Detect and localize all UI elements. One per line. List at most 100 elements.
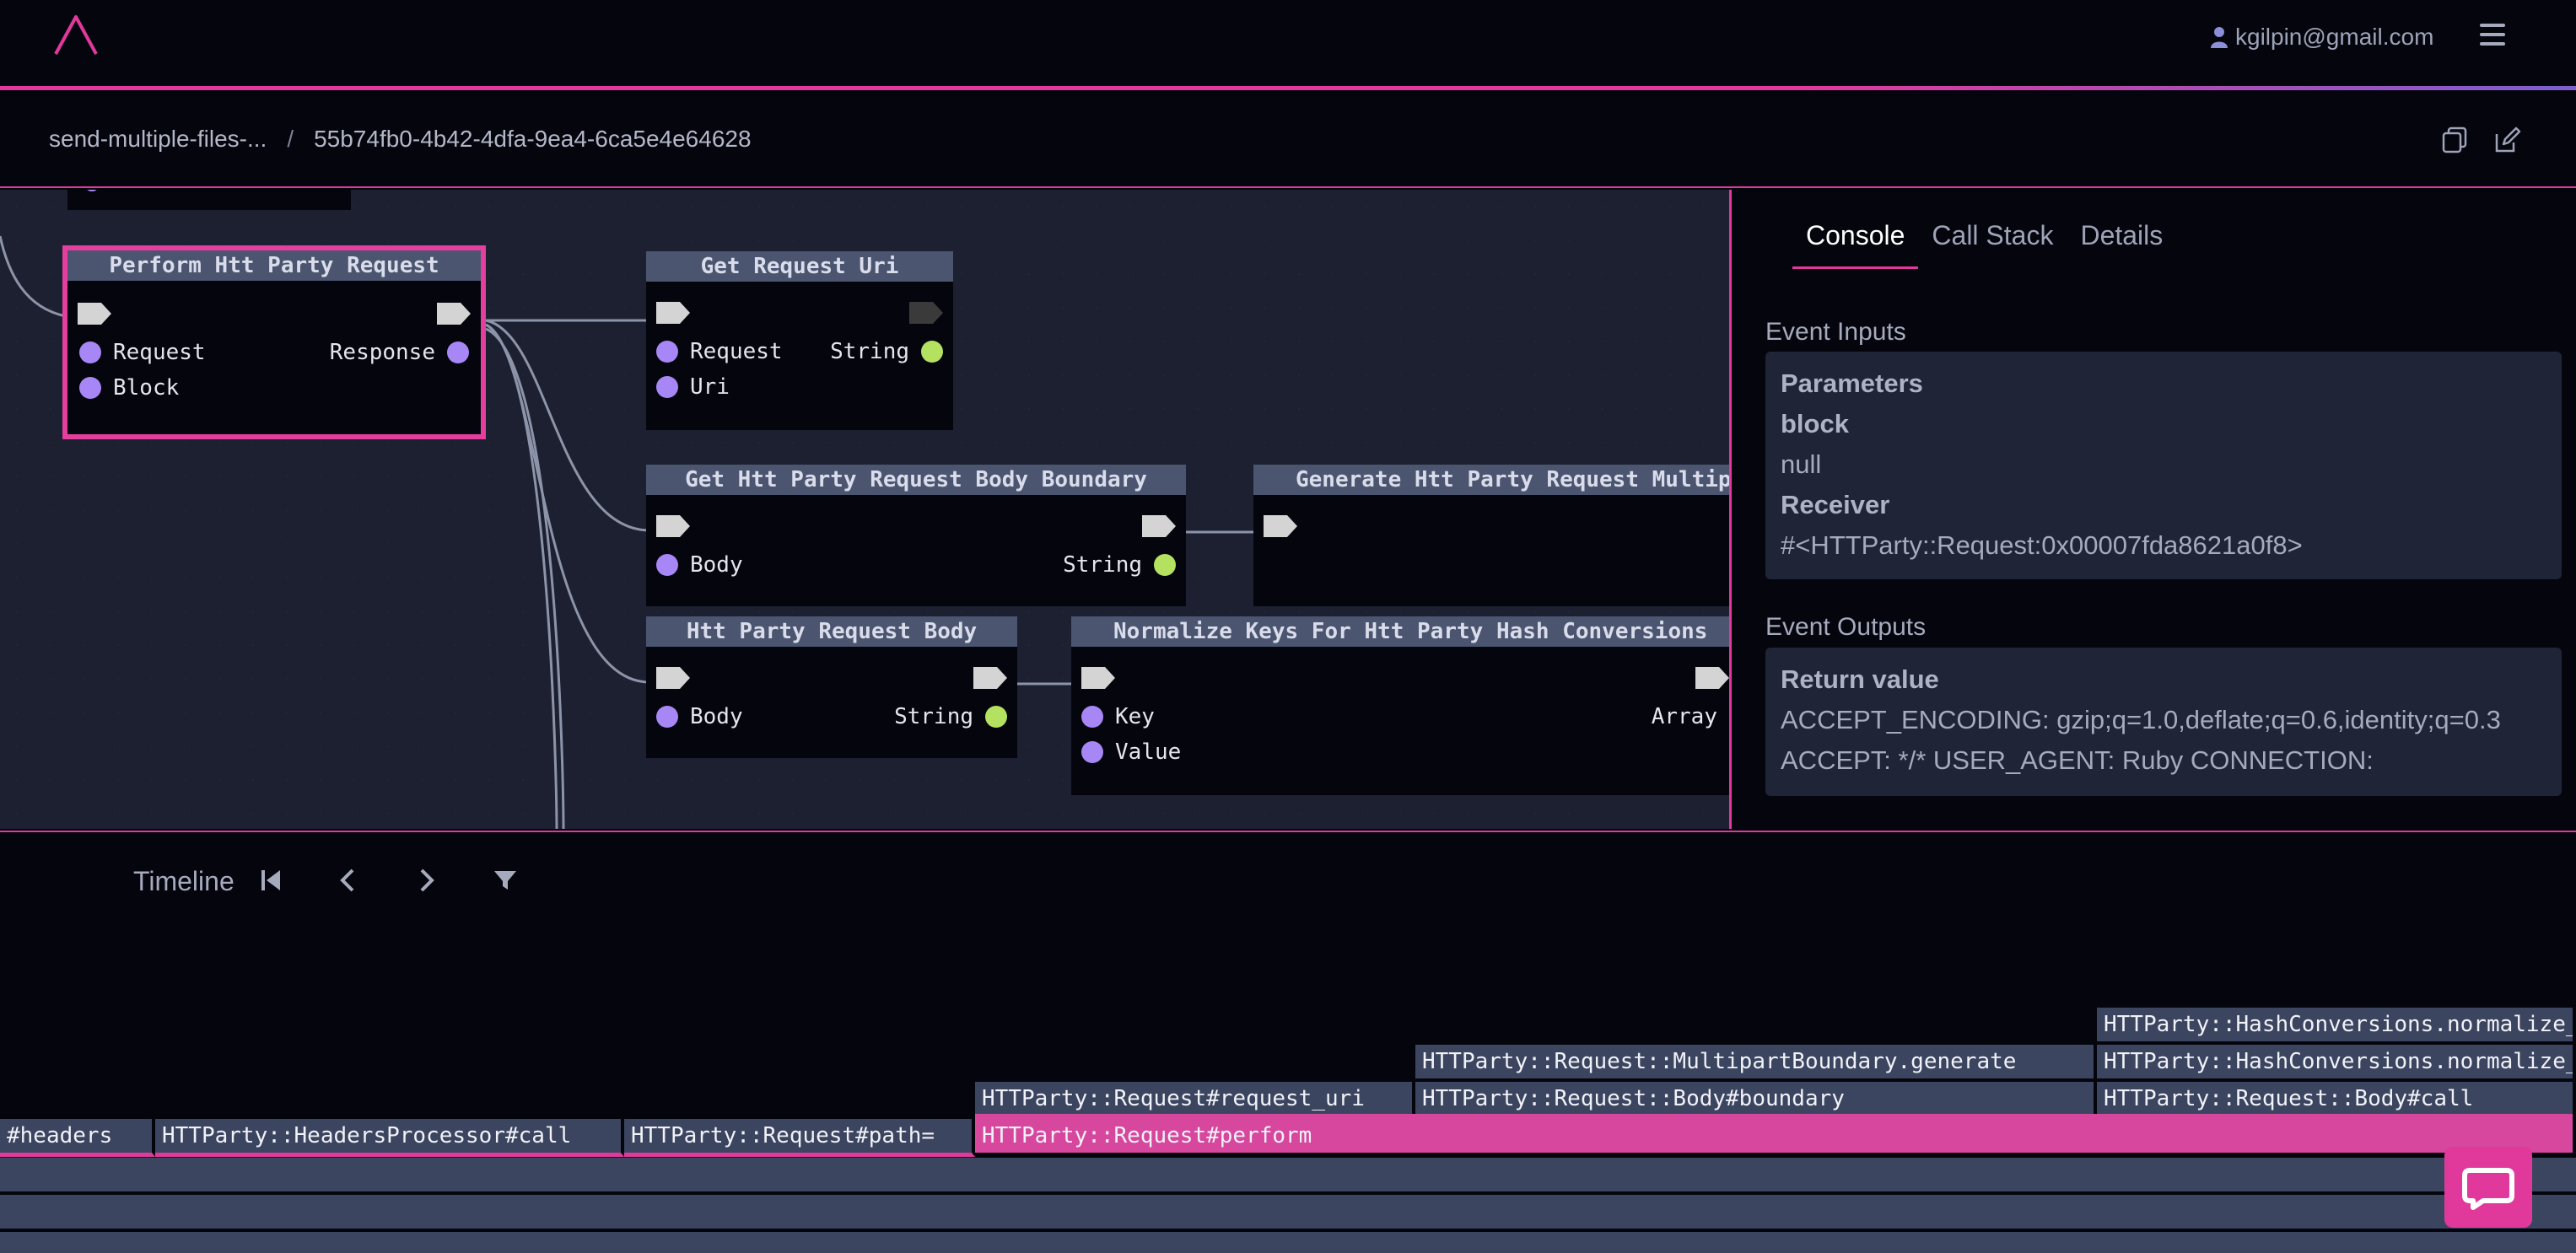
node-request-body[interactable]: Htt Party Request Body Body String bbox=[646, 616, 1017, 758]
node-title: Get Request Uri bbox=[646, 251, 953, 282]
user-email: kgilpin@gmail.com bbox=[2235, 24, 2434, 50]
jump-start-icon[interactable] bbox=[258, 866, 283, 895]
event-inputs-title: Event Inputs bbox=[1765, 318, 1906, 346]
exec-out-icon bbox=[1695, 667, 1729, 689]
tab-call-stack[interactable]: Call Stack bbox=[1918, 220, 2067, 269]
node-get-body-boundary[interactable]: Get Htt Party Request Body Boundary Body… bbox=[646, 465, 1186, 606]
timeline-lane bbox=[0, 1195, 2576, 1229]
port-row: Body bbox=[656, 704, 743, 729]
timeline-lane bbox=[0, 1232, 2576, 1253]
port-icon[interactable] bbox=[1081, 741, 1103, 763]
port-row: String bbox=[1063, 552, 1176, 578]
port-icon[interactable] bbox=[656, 554, 678, 576]
port-icon[interactable] bbox=[656, 341, 678, 363]
timeline-frame[interactable]: HTTParty::Request#request_uri bbox=[975, 1082, 1415, 1116]
timeline-frame[interactable]: HTTParty::HashConversions.normalize_ bbox=[2097, 1008, 2576, 1041]
port-icon[interactable] bbox=[79, 377, 101, 399]
param-block-label: block bbox=[1781, 409, 1849, 438]
port-row: Block bbox=[79, 375, 179, 401]
parameters-label: Parameters bbox=[1781, 368, 1923, 398]
port-row: Body bbox=[656, 552, 743, 578]
breadcrumb: send-multiple-files-... / 55b74fb0-4b42-… bbox=[49, 126, 752, 153]
exec-out-icon bbox=[437, 303, 471, 325]
exec-out-icon bbox=[909, 302, 943, 324]
port-icon[interactable] bbox=[1154, 554, 1176, 576]
tab-details[interactable]: Details bbox=[2067, 220, 2176, 269]
port-icon[interactable] bbox=[447, 341, 469, 363]
exec-out-icon bbox=[1142, 515, 1176, 537]
node-title: Normalize Keys For Htt Party Hash Conver… bbox=[1071, 616, 1729, 647]
hamburger-menu-icon[interactable] bbox=[2480, 24, 2505, 47]
return-value-line: ACCEPT_ENCODING: gzip;q=1.0,deflate;q=0.… bbox=[1781, 705, 2501, 734]
user-account[interactable]: kgilpin@gmail.com bbox=[2210, 22, 2433, 52]
param-block-value: null bbox=[1781, 449, 1822, 479]
receiver-label: Receiver bbox=[1781, 490, 1890, 519]
inspector-panel: Console Call Stack Details Event Inputs … bbox=[1729, 190, 2576, 829]
event-inputs-card: Parameters block null Receiver #<HTTPart… bbox=[1765, 352, 2562, 579]
port-icon[interactable] bbox=[1081, 706, 1103, 728]
chat-button[interactable] bbox=[2444, 1147, 2532, 1228]
top-bar: kgilpin@gmail.com bbox=[0, 0, 2576, 90]
timeline-lane bbox=[0, 1158, 2576, 1191]
port-row: Response bbox=[330, 340, 469, 365]
node-generate-multipart[interactable]: Generate Htt Party Request Multipa bbox=[1253, 465, 1729, 606]
timeline-frame[interactable]: HTTParty::HashConversions.normalize_ bbox=[2097, 1045, 2576, 1078]
timeline-frame-selected[interactable]: HTTParty::Request#perform bbox=[975, 1114, 2576, 1153]
port-row: String bbox=[830, 339, 943, 364]
port-row: Request bbox=[656, 339, 783, 364]
port-icon[interactable] bbox=[656, 706, 678, 728]
event-outputs-title: Event Outputs bbox=[1765, 613, 1927, 641]
node-partial[interactable] bbox=[67, 190, 351, 210]
port-row: Request bbox=[79, 340, 206, 365]
breadcrumb-event-id: 55b74fb0-4b42-4dfa-9ea4-6ca5e4e64628 bbox=[314, 126, 752, 152]
breadcrumb-map-link[interactable]: send-multiple-files-... bbox=[49, 126, 267, 153]
receiver-value: #<HTTParty::Request:0x00007fda8621a0f8> bbox=[1781, 530, 2303, 560]
timeline-label: Timeline bbox=[133, 866, 234, 896]
breadcrumb-separator: / bbox=[287, 126, 294, 152]
return-value-label: Return value bbox=[1781, 664, 1939, 694]
node-get-request-uri[interactable]: Get Request Uri Request Uri String bbox=[646, 251, 953, 430]
port-icon[interactable] bbox=[921, 341, 943, 363]
tab-console[interactable]: Console bbox=[1792, 220, 1919, 269]
exec-out-icon bbox=[973, 667, 1007, 689]
exec-in-icon bbox=[656, 667, 690, 689]
port-row: Key bbox=[1081, 704, 1155, 729]
node-perform-request[interactable]: Perform Htt Party Request Request Block … bbox=[62, 245, 486, 439]
timeline-frame[interactable]: #headers bbox=[0, 1119, 155, 1157]
port-icon[interactable] bbox=[79, 341, 101, 363]
user-icon bbox=[2211, 27, 2228, 48]
event-outputs-card: Return value ACCEPT_ENCODING: gzip;q=1.0… bbox=[1765, 648, 2562, 796]
chat-bubble-icon bbox=[2462, 1168, 2514, 1210]
timeline-frame[interactable]: HTTParty::Request::Body#call bbox=[2097, 1082, 2576, 1116]
timeline-frame[interactable]: HTTParty::HeadersProcessor#call bbox=[155, 1119, 624, 1157]
previous-icon[interactable] bbox=[336, 866, 361, 895]
breadcrumb-bar: send-multiple-files-... / 55b74fb0-4b42-… bbox=[0, 90, 2576, 188]
flow-graph-canvas[interactable]: Perform Htt Party Request Request Block … bbox=[0, 190, 1729, 829]
exec-in-icon bbox=[78, 303, 111, 325]
port-icon[interactable] bbox=[985, 706, 1007, 728]
timeline-panel: Timeline HTTParty::HashConversions.norma… bbox=[0, 831, 2576, 1253]
port-icon bbox=[84, 190, 100, 191]
next-icon[interactable] bbox=[413, 866, 439, 895]
port-row: Uri bbox=[656, 374, 730, 400]
node-title: Get Htt Party Request Body Boundary bbox=[646, 465, 1186, 495]
appmap-logo-icon[interactable] bbox=[52, 13, 100, 57]
port-icon[interactable] bbox=[656, 376, 678, 398]
port-row: Value bbox=[1081, 739, 1181, 765]
exec-in-icon bbox=[656, 302, 690, 324]
node-title: Generate Htt Party Request Multipa bbox=[1253, 465, 1729, 495]
timeline-frame[interactable]: HTTParty::Request::Body#boundary bbox=[1415, 1082, 2097, 1116]
filter-icon[interactable] bbox=[493, 866, 518, 895]
exec-in-icon bbox=[656, 515, 690, 537]
port-row: String bbox=[894, 704, 1007, 729]
timeline-frame[interactable]: HTTParty::Request::MultipartBoundary.gen… bbox=[1415, 1045, 2097, 1078]
timeline-frame[interactable]: HTTParty::Request#path= bbox=[624, 1119, 975, 1157]
node-normalize-keys[interactable]: Normalize Keys For Htt Party Hash Conver… bbox=[1071, 616, 1729, 795]
node-title: Perform Htt Party Request bbox=[67, 250, 481, 281]
exec-in-icon bbox=[1264, 515, 1297, 537]
node-title: Htt Party Request Body bbox=[646, 616, 1017, 647]
exec-in-icon bbox=[1081, 667, 1115, 689]
port-row: Array bbox=[1652, 704, 1729, 729]
edit-icon[interactable] bbox=[2493, 126, 2522, 154]
copy-icon[interactable] bbox=[2441, 126, 2470, 154]
